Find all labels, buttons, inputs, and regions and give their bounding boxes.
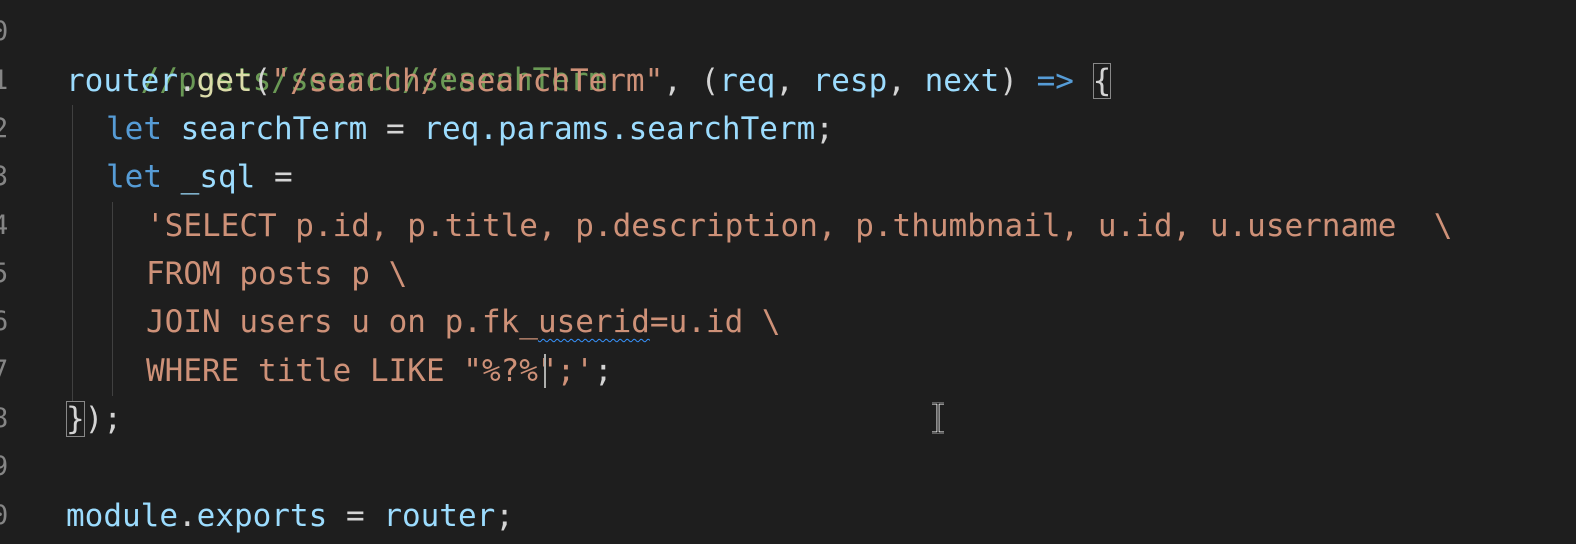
line-number-gutter: 0 1 2 3 4 5 6 7 8 9 0 xyxy=(0,0,30,544)
line-number: 5 xyxy=(0,258,9,289)
resp-param: resp xyxy=(812,63,888,99)
args-open-paren: ( xyxy=(700,63,720,99)
line-number: 8 xyxy=(0,403,9,434)
line-number: 9 xyxy=(0,451,9,482)
code-line-sql-join[interactable]: JOIN users u on p.fk_userid=u.id \ xyxy=(146,298,781,346)
let-keyword: let xyxy=(106,159,162,195)
open-brace-matched: { xyxy=(1092,63,1112,99)
req-params-expression: req.params.searchTerm xyxy=(423,111,816,147)
dot-token: . xyxy=(177,63,197,99)
line-number: 4 xyxy=(0,210,9,241)
arrow-token: => xyxy=(1017,63,1093,99)
comma-token: , xyxy=(663,63,701,99)
sql-variable: _sql xyxy=(162,159,256,195)
req-param: req xyxy=(719,63,776,99)
line-number: 3 xyxy=(0,161,9,192)
code-line-module-exports[interactable]: module.exports = router; xyxy=(66,492,514,540)
open-paren-token: ( xyxy=(252,63,272,99)
line-number: 0 xyxy=(0,16,9,47)
get-method-token: get xyxy=(196,63,253,99)
code-line-close[interactable]: }); xyxy=(66,395,122,443)
code-line-comment[interactable]: //posts/search/searchTerm xyxy=(66,8,608,98)
code-editor[interactable]: 0 1 2 3 4 5 6 7 8 9 0 //posts/search/sea… xyxy=(0,0,1576,544)
semicolon-token: ; xyxy=(815,111,834,147)
close-brace-matched: } xyxy=(66,401,85,437)
line-number: 0 xyxy=(0,500,9,531)
exports-token: exports xyxy=(196,498,328,534)
route-path-string: "/search/:searchTerm" xyxy=(271,63,664,99)
semicolon-token: ; xyxy=(593,353,613,389)
sql-where-string-end: %";' xyxy=(519,353,594,389)
sql-from-string: FROM posts p \ xyxy=(146,256,408,292)
indent-guide xyxy=(112,202,113,396)
text-caret xyxy=(544,354,546,388)
code-line-sql-from[interactable]: FROM posts p \ xyxy=(146,250,407,298)
separator-token: , xyxy=(775,63,813,99)
sql-join-string-end: =u.id \ xyxy=(649,304,781,340)
spelling-warning-squiggle[interactable]: userid xyxy=(538,304,650,340)
let-keyword: let xyxy=(106,111,162,147)
next-param: next xyxy=(924,63,1000,99)
code-line-sql-where[interactable]: WHERE title LIKE "%?%";'; xyxy=(146,347,613,395)
separator-token: , xyxy=(887,63,925,99)
args-close-paren: ) xyxy=(999,63,1018,99)
close-paren-semicolon: ); xyxy=(84,401,122,437)
semicolon-token: ; xyxy=(495,498,514,534)
line-number: 6 xyxy=(0,306,9,337)
sql-where-string: WHERE title LIKE "%? xyxy=(146,353,520,389)
i-beam-cursor-icon xyxy=(932,402,944,434)
line-number: 2 xyxy=(0,113,9,144)
searchterm-variable: searchTerm xyxy=(162,111,368,147)
sql-select-string: 'SELECT p.id, p.title, p.description, p.… xyxy=(146,208,1453,244)
sql-join-string: JOIN users u on p.fk_ xyxy=(146,304,538,340)
equals-token: = xyxy=(255,159,293,195)
module-token: module xyxy=(66,498,178,534)
code-line-let-sql[interactable]: let _sql = xyxy=(106,153,293,201)
line-number: 1 xyxy=(0,65,9,96)
code-line-let-searchterm[interactable]: let searchTerm = req.params.searchTerm; xyxy=(106,105,834,153)
equals-token: = xyxy=(327,498,384,534)
router-token: router xyxy=(66,63,178,99)
line-number: 7 xyxy=(0,355,9,386)
dot-token: . xyxy=(177,498,197,534)
code-line-sql-select[interactable]: 'SELECT p.id, p.title, p.description, p.… xyxy=(146,202,1452,250)
router-token: router xyxy=(383,498,496,534)
equals-token: = xyxy=(367,111,424,147)
code-line-router-get[interactable]: router.get("/search/:searchTerm", (req, … xyxy=(66,57,1112,105)
